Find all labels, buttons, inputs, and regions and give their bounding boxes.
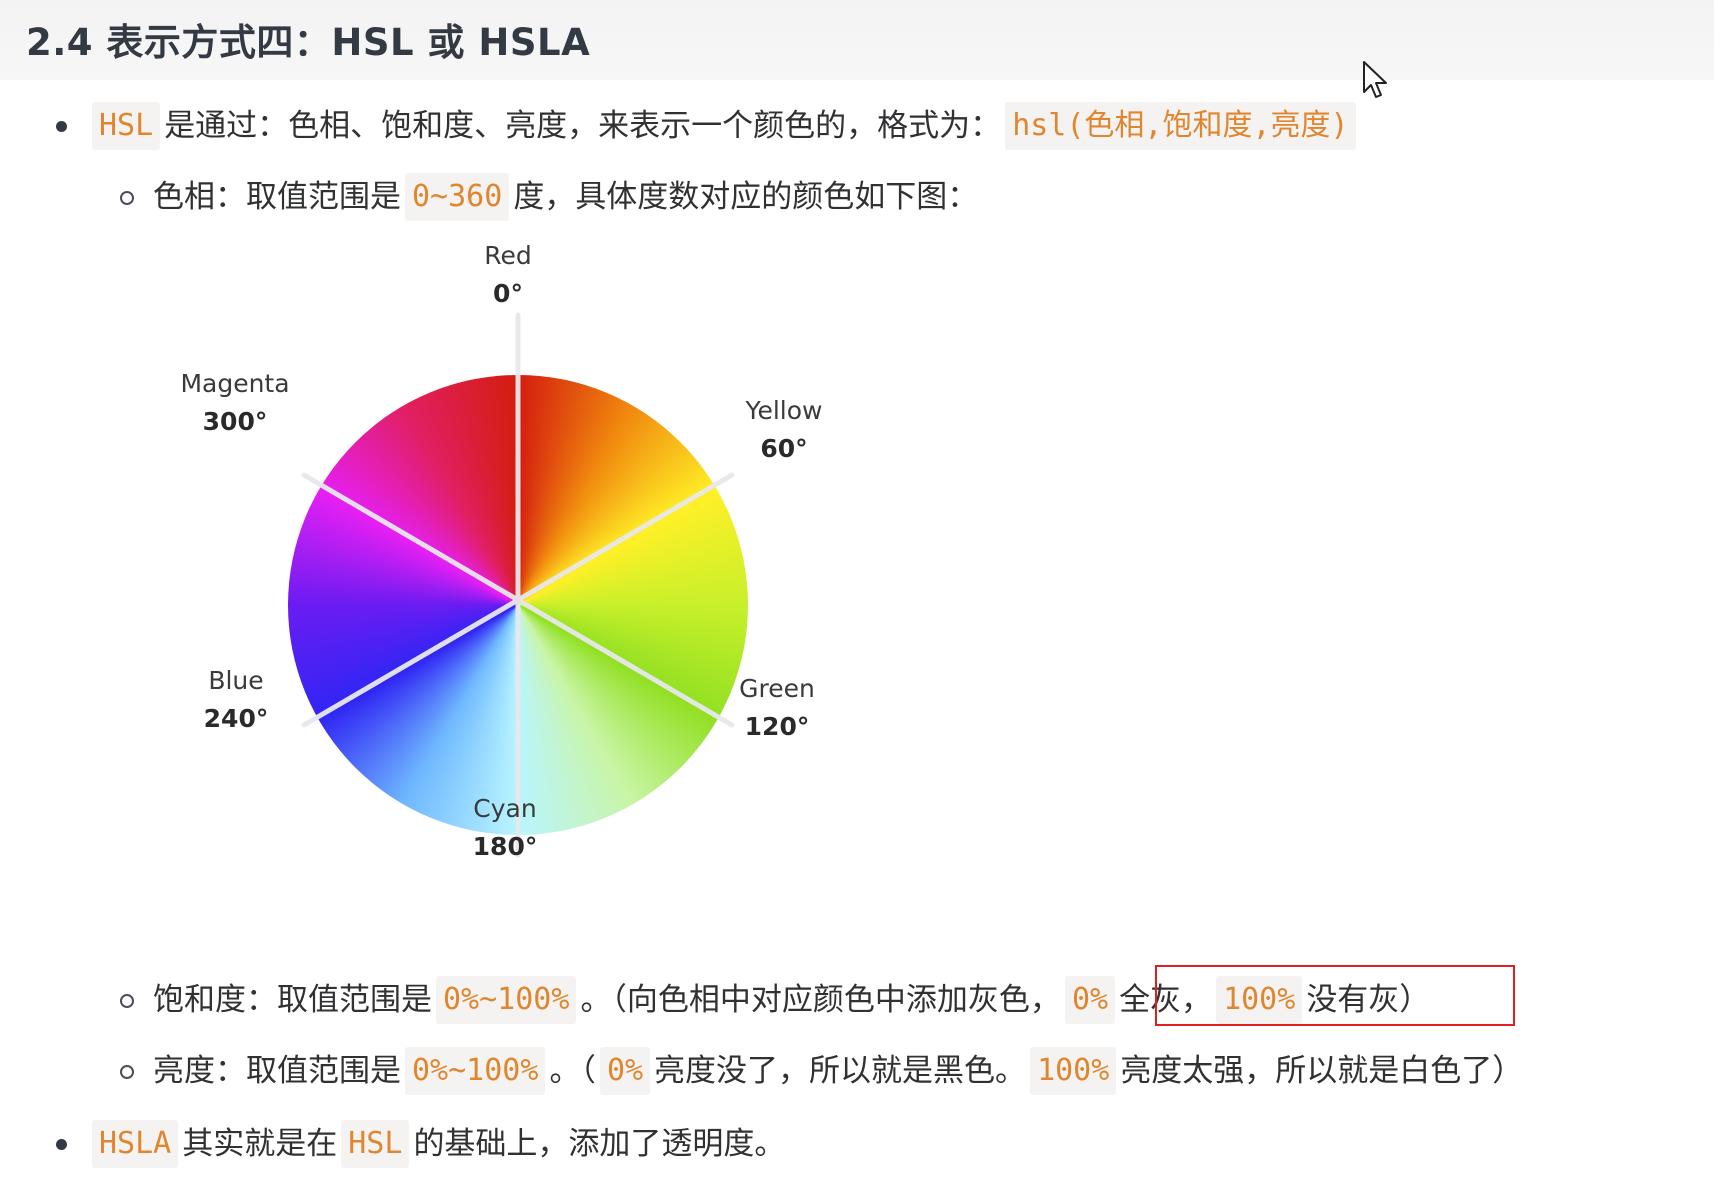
code-zero-percent: 0% xyxy=(1064,976,1116,1024)
saturation-text: 饱和度：取值范围是 xyxy=(153,982,432,1018)
bullet-hsl-text: 是通过：色相、饱和度、亮度，来表示一个颜色的，格式为： xyxy=(164,108,1002,144)
code-hsl-format: hsl(色相,饱和度,亮度) xyxy=(1005,102,1356,150)
wheel-label-cyan: Cyan 180° xyxy=(472,794,538,861)
wheel-label-red: Red 0° xyxy=(484,241,532,308)
section-title: 2.4 表示方式四：HSL 或 HSLA xyxy=(26,21,591,64)
bullet-hsl-line: HSL 是通过：色相、饱和度、亮度，来表示一个颜色的，格式为： hsl(色相,饱… xyxy=(88,102,1360,150)
circle-bullet xyxy=(120,1065,134,1079)
lightness-text-4: 亮度太强，所以就是白色了） xyxy=(1120,1053,1524,1089)
bullet-hsla-text-2: 的基础上，添加了透明度。 xyxy=(413,1126,786,1162)
lightness-text-3: 亮度没了，所以就是黑色。 xyxy=(654,1053,1027,1089)
mouse-cursor-icon xyxy=(1363,61,1387,98)
code-hsl-2: HSL xyxy=(341,1120,410,1168)
bullet-dot xyxy=(56,1139,67,1150)
lightness-line: 亮度：取值范围是 0%~100% 。（ 0% 亮度没了，所以就是黑色。 100%… xyxy=(153,1047,1524,1095)
code-lightness-range: 0%~100% xyxy=(405,1047,546,1095)
highlight-box xyxy=(1155,965,1515,1026)
code-zero-percent: 0% xyxy=(599,1047,651,1095)
hue-line: 色相：取值范围是 0~360 度，具体度数对应的颜色如下图： xyxy=(153,173,979,221)
wheel-label-green: Green 120° xyxy=(739,674,815,741)
code-hsla: HSLA xyxy=(92,1120,179,1168)
bullet-hsla-line: HSLA 其实就是在 HSL 的基础上，添加了透明度。 xyxy=(88,1120,786,1168)
wheel-label-magenta: Magenta 300° xyxy=(180,369,290,436)
circle-bullet xyxy=(120,994,134,1008)
bullet-hsla-text: 其实就是在 xyxy=(182,1126,338,1162)
hue-text: 色相：取值范围是 xyxy=(153,179,401,215)
saturation-text-2: 。（向色相中对应颜色中添加灰色， xyxy=(580,982,1061,1018)
code-hundred-percent: 100% xyxy=(1030,1047,1117,1095)
circle-bullet xyxy=(120,191,134,205)
lightness-text: 亮度：取值范围是 xyxy=(153,1053,401,1089)
hue-color-wheel: Red 0° Yellow 60° Green 120° Cyan 180° Blue 2… xyxy=(150,241,870,955)
bullet-dot xyxy=(56,121,67,132)
wheel-label-yellow: Yellow 60° xyxy=(745,396,823,463)
hue-text-2: 度，具体度数对应的颜色如下图： xyxy=(513,179,979,215)
code-saturation-range: 0%~100% xyxy=(436,976,577,1024)
code-hsl: HSL xyxy=(92,102,161,150)
lightness-text-2: 。（ xyxy=(549,1053,596,1089)
code-hue-range: 0~360 xyxy=(405,173,510,221)
wheel-label-blue: Blue 240° xyxy=(203,666,269,733)
